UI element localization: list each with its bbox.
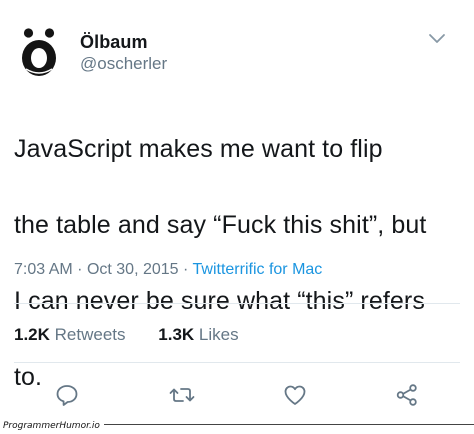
tweet-source-link[interactable]: Twitterrific for Mac [193,261,323,278]
tweet-date[interactable]: Oct 30, 2015 [87,261,179,278]
meta-separator: · [77,261,83,278]
tweet-stats: 1.2K Retweets 1.3K Likes [14,325,239,345]
retweets-count: 1.2K [14,325,50,344]
tweet-text-line: JavaScript makes me want to flip [14,135,383,163]
tweet-card: Ölbaum @oscherler JavaScript makes me wa… [0,0,474,432]
like-icon[interactable] [282,382,308,408]
reply-icon[interactable] [54,382,80,408]
share-icon[interactable] [394,382,420,408]
retweets-label: Retweets [54,325,126,344]
meta-separator: · [183,261,189,278]
retweet-icon[interactable] [169,382,195,408]
tweet-text-line: I can never be sure what “this” refers [14,287,425,315]
retweets-stat[interactable]: 1.2K Retweets [14,325,126,345]
chevron-down-icon[interactable] [428,32,446,44]
divider [14,362,460,363]
tweet-text-line: the table and say “Fuck this shit”, but [14,211,427,239]
user-handle[interactable]: @oscherler [80,54,167,74]
divider [14,303,460,304]
likes-count: 1.3K [158,325,195,344]
display-name[interactable]: Ölbaum [80,32,148,53]
watermark: ProgrammerHumor.io [0,420,104,432]
likes-label: Likes [198,325,239,344]
likes-stat[interactable]: 1.3K Likes [158,325,238,345]
avatar[interactable] [12,24,66,78]
tweet-meta: 7:03 AM · Oct 30, 2015 · Twitterrific fo… [14,261,322,279]
tweet-time: 7:03 AM [14,261,73,278]
umlaut-o-face-icon [12,24,66,78]
